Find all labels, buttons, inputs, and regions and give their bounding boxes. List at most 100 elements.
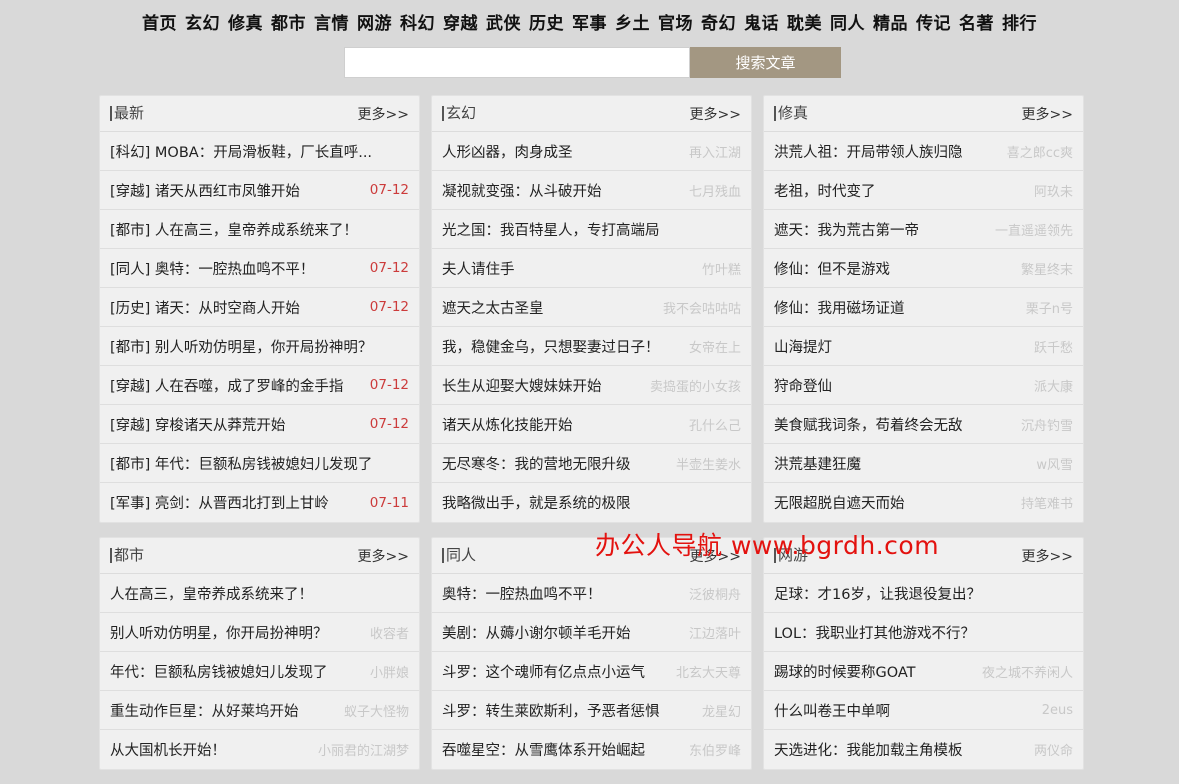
article-link[interactable]: [穿越] 穿梭诸天从莽荒开始 [110, 414, 364, 435]
search-button[interactable]: 搜索文章 [690, 47, 841, 78]
article-link[interactable]: 诸天从炼化技能开始 [442, 414, 683, 435]
author-name[interactable]: 北玄大天尊 [676, 662, 741, 681]
more-link[interactable]: 更多>> [690, 104, 741, 124]
article-link[interactable]: 夫人请住手 [442, 258, 696, 279]
nav-link[interactable]: 官场 [658, 9, 693, 34]
author-name[interactable]: 一直遥遥领先 [995, 220, 1073, 239]
author-name[interactable]: 女帝在上 [689, 337, 741, 356]
article-link[interactable]: [穿越] 人在吞噬，成了罗峰的金手指 [110, 375, 364, 396]
author-name[interactable]: 夜之城不养闲人 [982, 662, 1073, 681]
article-link[interactable]: 老祖，时代变了 [774, 180, 1028, 201]
nav-link[interactable]: 同人 [830, 9, 865, 34]
article-link[interactable]: [穿越] 诸天从西红市凤雏开始 [110, 180, 364, 201]
author-name[interactable]: 栗子n号 [1026, 298, 1073, 317]
author-name[interactable]: 派大康 [1034, 376, 1073, 395]
article-link[interactable]: 别人听劝仿明星，你开局扮神明？ [110, 622, 364, 643]
article-link[interactable]: 洪荒人祖：开局带领人族归隐 [774, 141, 1001, 162]
article-link[interactable]: 斗罗：这个魂师有亿点点小运气 [442, 661, 670, 682]
author-name[interactable]: 阿玖未 [1034, 181, 1073, 200]
article-link[interactable]: 足球：才16岁，让我退役复出？ [774, 583, 1073, 604]
article-link[interactable]: 狩命登仙 [774, 375, 1028, 396]
article-link[interactable]: 光之国：我百特星人，专打高端局 [442, 219, 741, 240]
more-link[interactable]: 更多>> [1022, 546, 1073, 566]
article-link[interactable]: 无尽寒冬：我的营地无限升级 [442, 453, 670, 474]
author-name[interactable]: 我不会咕咕咕 [663, 298, 741, 317]
article-link[interactable]: [同人] 奥特：一腔热血鸣不平！ [110, 258, 364, 279]
author-name[interactable]: 半壶生姜水 [676, 454, 741, 473]
nav-link[interactable]: 穿越 [443, 9, 478, 34]
article-link[interactable]: 遮天之太古圣皇 [442, 297, 657, 318]
article-link[interactable]: 美剧：从薅小谢尔顿羊毛开始 [442, 622, 683, 643]
author-name[interactable]: 跃千愁 [1034, 337, 1073, 356]
author-name[interactable]: 七月残血 [689, 181, 741, 200]
nav-link[interactable]: 精品 [873, 9, 908, 34]
nav-link[interactable]: 传记 [916, 9, 951, 34]
author-name[interactable]: 东伯罗峰 [689, 740, 741, 759]
nav-link[interactable]: 乡土 [615, 9, 650, 34]
nav-link[interactable]: 军事 [572, 9, 607, 34]
search-input[interactable] [344, 47, 690, 78]
article-link[interactable]: 吞噬星空：从雪鹰体系开始崛起 [442, 739, 683, 760]
nav-link[interactable]: 修真 [228, 9, 263, 34]
author-name[interactable]: 孔什么己 [689, 415, 741, 434]
article-link[interactable]: [都市] 年代：巨额私房钱被媳妇儿发现了 [110, 453, 409, 474]
author-name[interactable]: 竹叶糕 [702, 259, 741, 278]
author-name[interactable]: 小丽君的江湖梦 [318, 740, 409, 759]
author-name[interactable]: 蚁子大怪物 [344, 701, 409, 720]
nav-link[interactable]: 名著 [959, 9, 994, 34]
article-link[interactable]: 人在高三，皇帝养成系统来了！ [110, 583, 409, 604]
more-link[interactable]: 更多>> [358, 104, 409, 124]
article-link[interactable]: 凝视就变强：从斗破开始 [442, 180, 683, 201]
article-link[interactable]: 遮天：我为荒古第一帝 [774, 219, 989, 240]
author-name[interactable]: 卖捣蛋的小女孩 [650, 376, 741, 395]
article-link[interactable]: 奥特：一腔热血鸣不平！ [442, 583, 683, 604]
nav-link[interactable]: 耽美 [787, 9, 822, 34]
article-link[interactable]: 我略微出手，就是系统的极限 [442, 492, 741, 513]
nav-link[interactable]: 玄幻 [185, 9, 220, 34]
article-link[interactable]: [军事] 亮剑：从晋西北打到上甘岭 [110, 492, 364, 513]
more-link[interactable]: 更多>> [1022, 104, 1073, 124]
article-link[interactable]: 从大国机长开始！ [110, 739, 312, 760]
author-name[interactable]: 沉舟钓雪 [1021, 415, 1073, 434]
article-link[interactable]: [科幻] MOBA：开局滑板鞋，厂长直呼... [110, 141, 409, 162]
article-link[interactable]: 年代：巨额私房钱被媳妇儿发现了 [110, 661, 364, 682]
nav-link[interactable]: 武侠 [486, 9, 521, 34]
author-name[interactable]: w风雪 [1036, 454, 1073, 473]
author-name[interactable]: 两仪命 [1034, 740, 1073, 759]
author-name[interactable]: 持笔难书 [1021, 493, 1073, 512]
article-link[interactable]: [历史] 诸天：从时空商人开始 [110, 297, 364, 318]
article-link[interactable]: 什么叫卷王中单啊 [774, 700, 1036, 721]
article-link[interactable]: [都市] 别人听劝仿明星，你开局扮神明？ [110, 336, 409, 357]
author-name[interactable]: 再入江湖 [689, 142, 741, 161]
author-name[interactable]: 小胖娘 [370, 662, 409, 681]
article-link[interactable]: LOL：我职业打其他游戏不行？ [774, 622, 1073, 643]
author-name[interactable]: 繁星终末 [1021, 259, 1073, 278]
nav-link[interactable]: 网游 [357, 9, 392, 34]
nav-link[interactable]: 言情 [314, 9, 349, 34]
nav-link[interactable]: 历史 [529, 9, 564, 34]
article-link[interactable]: 天选进化：我能加载主角模板 [774, 739, 1028, 760]
article-link[interactable]: [都市] 人在高三，皇帝养成系统来了！ [110, 219, 409, 240]
article-link[interactable]: 斗罗：转生莱欧斯利，予恶者惩惧 [442, 700, 696, 721]
article-link[interactable]: 山海提灯 [774, 336, 1028, 357]
nav-link[interactable]: 都市 [271, 9, 306, 34]
article-link[interactable]: 我，稳健金乌，只想娶妻过日子！ [442, 336, 683, 357]
nav-link[interactable]: 科幻 [400, 9, 435, 34]
article-link[interactable]: 重生动作巨星：从好莱坞开始 [110, 700, 338, 721]
nav-link[interactable]: 鬼话 [744, 9, 779, 34]
article-link[interactable]: 长生从迎娶大嫂妹妹开始 [442, 375, 644, 396]
author-name[interactable]: 2eus [1042, 703, 1073, 718]
more-link[interactable]: 更多>> [358, 546, 409, 566]
article-link[interactable]: 修仙：我用磁场证道 [774, 297, 1020, 318]
nav-link[interactable]: 奇幻 [701, 9, 736, 34]
author-name[interactable]: 喜之郎cc爽 [1007, 142, 1073, 161]
article-link[interactable]: 人形凶器，肉身成圣 [442, 141, 683, 162]
nav-link[interactable]: 排行 [1002, 9, 1037, 34]
article-link[interactable]: 修仙：但不是游戏 [774, 258, 1015, 279]
author-name[interactable]: 泛彼桐舟 [689, 584, 741, 603]
article-link[interactable]: 无限超脱自遮天而始 [774, 492, 1015, 513]
author-name[interactable]: 收容者 [370, 623, 409, 642]
article-link[interactable]: 踢球的时候要称GOAT [774, 661, 976, 682]
article-link[interactable]: 美食赋我词条，苟着终会无敌 [774, 414, 1015, 435]
author-name[interactable]: 龙星幻 [702, 701, 741, 720]
